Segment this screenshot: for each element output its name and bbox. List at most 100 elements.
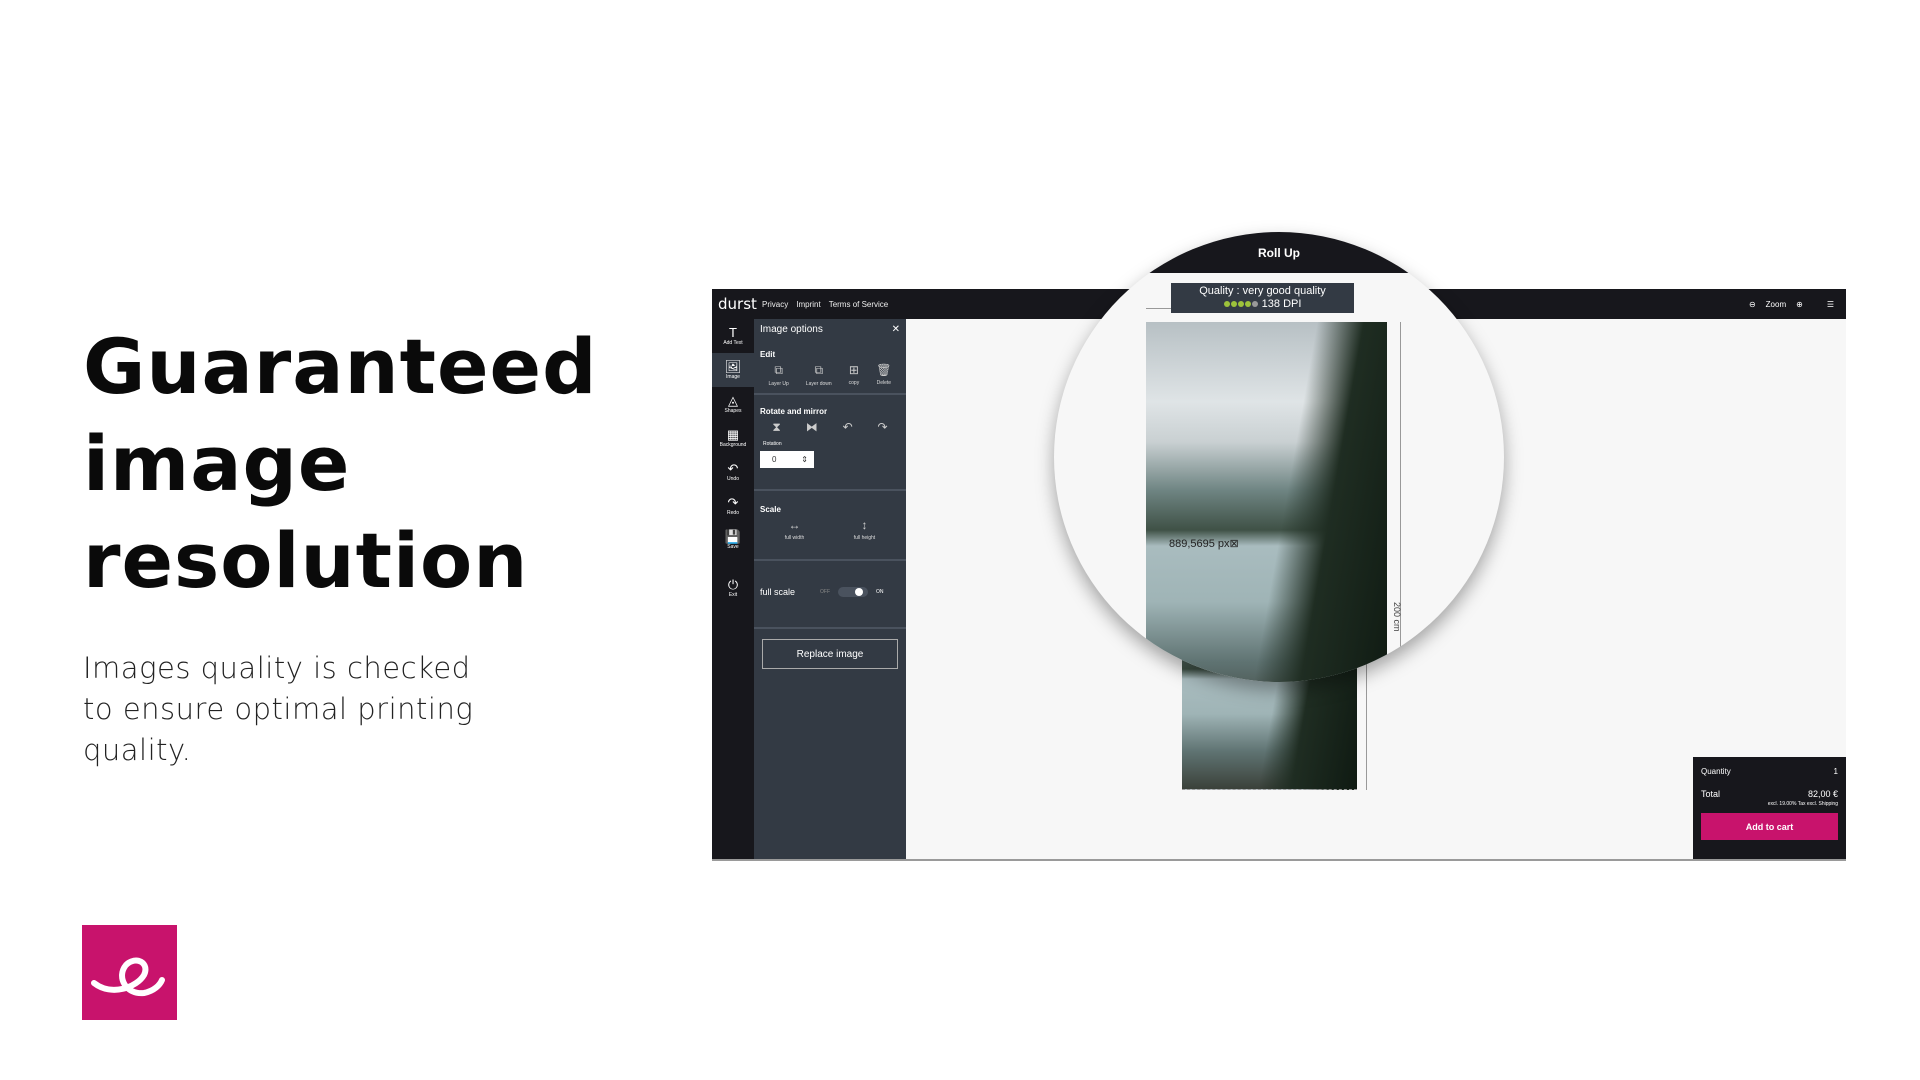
flip-vertical-glyph: ⧗	[772, 420, 781, 434]
full-scale-toggle[interactable]	[838, 587, 868, 597]
magnifier-lens: Roll Up Quality : very good quality 138 …	[1054, 232, 1504, 682]
on-label: ON	[876, 589, 884, 595]
total-value: 82,00 €	[1807, 789, 1838, 799]
redo-icon: ↷	[727, 495, 739, 510]
tool-label: Background	[719, 442, 747, 448]
flip-horizontal-icon[interactable]: ⧓	[806, 420, 818, 435]
shapes-icon: ◬	[728, 393, 738, 408]
quality-text: Quality : very good quality	[1199, 285, 1326, 297]
layer-down-button[interactable]: ⧉ Layer down	[806, 363, 832, 387]
save-icon: 💾	[724, 529, 742, 544]
trash-icon: 🗑	[876, 363, 892, 377]
rotation-input[interactable]: 0 ⇕	[760, 451, 814, 468]
dpi-value: 138 DPI	[1261, 298, 1302, 310]
height-label: 200 cm	[1392, 602, 1402, 632]
toggle-knob	[855, 588, 863, 596]
quality-dot	[1251, 301, 1258, 307]
tool-label: Save	[727, 544, 739, 550]
add-to-cart-button[interactable]: Add to cart	[1701, 813, 1838, 840]
off-label: OFF	[820, 589, 830, 595]
total-label: Total	[1701, 789, 1721, 799]
durst-logo: durst	[718, 295, 757, 313]
width-label: 889,5695 px⊠	[1169, 538, 1239, 550]
logo-e-icon	[91, 957, 165, 997]
tool-save[interactable]: 💾 Save	[712, 523, 754, 557]
button-label: full width	[784, 535, 805, 541]
tool-label: Image	[726, 374, 740, 380]
quality-dot	[1223, 301, 1230, 307]
privacy-link[interactable]: Privacy	[762, 300, 788, 309]
layer-up-icon: ⧉	[774, 363, 783, 377]
quantity-label: Quantity	[1701, 767, 1731, 776]
headline-line: resolution	[83, 516, 529, 605]
background-icon: ▦	[726, 427, 740, 442]
quality-dot	[1237, 301, 1244, 307]
full-width-icon: ↔	[788, 518, 801, 532]
subtitle: Images quality is checked to ensure opti…	[83, 651, 474, 767]
zoom-label: Zoom	[1765, 299, 1787, 309]
rotate-left-icon[interactable]: ↶	[843, 420, 853, 435]
tool-add-text[interactable]: T Add Text	[712, 319, 754, 353]
tool-label: Undo	[727, 476, 739, 482]
rotation-label: Rotation	[763, 441, 782, 447]
tool-undo[interactable]: ↶ Undo	[712, 455, 754, 489]
button-label: Layer down	[805, 381, 832, 387]
headline: Guaranteed image resolution	[83, 318, 597, 609]
edit-title: Edit	[760, 350, 776, 359]
tool-label: Add Text	[723, 340, 743, 346]
layer-up-button[interactable]: ⧉ Layer Up	[769, 363, 789, 387]
image-icon: 🖼	[724, 359, 742, 374]
delete-button[interactable]: 🗑 Delete	[876, 363, 891, 387]
quality-dot	[1230, 301, 1237, 307]
panel-title: Image options	[760, 324, 823, 335]
full-scale-label: full scale	[760, 587, 796, 597]
flip-horizontal-glyph: ⧓	[805, 420, 818, 434]
text-icon: T	[729, 325, 737, 340]
close-icon[interactable]: ✕	[892, 324, 900, 335]
rotate-title: Rotate and mirror	[760, 407, 828, 416]
cart-box: Quantity 1 Total 82,00 € excl. 19.00% Tax …	[1693, 757, 1846, 859]
rotate-left-glyph: ↶	[842, 420, 853, 434]
tool-exit[interactable]: ⏻ Exit	[712, 571, 754, 605]
width-dimension-line	[1146, 308, 1171, 309]
settings-sliders-icon[interactable]: ☰	[1827, 300, 1834, 309]
button-label: Delete	[876, 380, 892, 386]
rotation-value: 0	[772, 455, 777, 464]
copy-button[interactable]: ⊞ copy	[849, 363, 860, 387]
tool-label: Redo	[727, 510, 739, 516]
tool-image[interactable]: 🖼 Image	[712, 353, 754, 387]
replace-image-button[interactable]: Replace image	[762, 639, 898, 669]
product-title: Roll Up	[1054, 232, 1504, 273]
terms-link[interactable]: Terms of Service	[829, 300, 889, 309]
quality-dot	[1244, 301, 1251, 307]
quality-indicator: Quality : very good quality 138 DPI	[1171, 283, 1354, 313]
power-icon: ⏻	[727, 577, 739, 592]
rotate-right-glyph: ↷	[877, 420, 888, 434]
imprint-link[interactable]: Imprint	[796, 300, 820, 309]
full-height-icon: ↕	[861, 518, 868, 532]
undo-icon: ↶	[727, 461, 739, 476]
tool-shapes[interactable]: ◬ Shapes	[712, 387, 754, 421]
zoom-in-icon[interactable]: ⊕	[1796, 300, 1803, 309]
button-label: copy	[848, 380, 860, 386]
tool-redo[interactable]: ↷ Redo	[712, 489, 754, 523]
layer-down-icon: ⧉	[814, 363, 824, 377]
copy-icon: ⊞	[848, 363, 859, 377]
tax-note: excl. 19.00% Tax excl. Shipping	[1767, 801, 1838, 807]
flip-vertical-icon[interactable]: ⧗	[772, 420, 780, 435]
image-options-panel: Image options ✕ Edit ⧉ Layer Up ⧉ Layer dow…	[754, 319, 906, 859]
headline-line: image	[83, 419, 351, 508]
tool-sidebar: T Add Text 🖼 Image ◬ Shapes ▦ Background ↶ Un…	[712, 319, 754, 859]
button-label: Layer Up	[768, 381, 789, 387]
tool-label: Exit	[728, 592, 738, 598]
design-image-magnified	[1146, 322, 1387, 682]
rotate-right-icon[interactable]: ↷	[878, 420, 888, 435]
full-height-button[interactable]: ↕ full height	[854, 518, 875, 541]
quantity-value[interactable]: 1	[1834, 767, 1838, 776]
button-label: full height	[853, 535, 876, 541]
zoom-out-icon[interactable]: ⊖	[1749, 300, 1756, 309]
full-width-button[interactable]: ↔ full width	[785, 518, 804, 541]
stepper-icon[interactable]: ⇕	[801, 455, 808, 464]
scale-title: Scale	[760, 505, 781, 514]
tool-background[interactable]: ▦ Background	[712, 421, 754, 455]
